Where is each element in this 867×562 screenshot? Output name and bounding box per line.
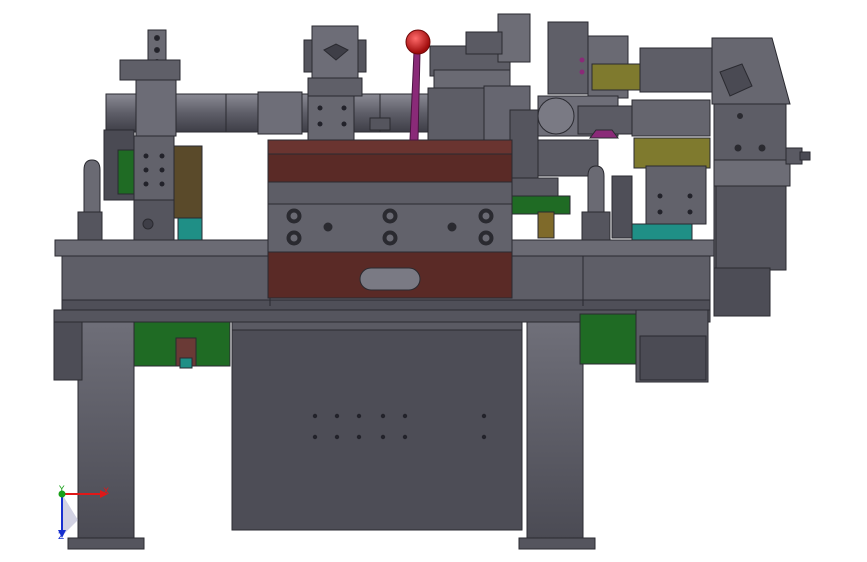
right-leg-foot: [518, 537, 596, 550]
x-axis-label: X: [103, 487, 110, 497]
right-leg: [526, 317, 584, 545]
green-module-right: [579, 313, 637, 365]
left-leg: [77, 311, 135, 545]
machine-base-frame: [53, 309, 711, 550]
left-leg-foot: [67, 537, 145, 550]
die-slot: [359, 267, 421, 291]
right-cylinder-housing: [711, 37, 811, 317]
y-axis-label: Y: [59, 485, 65, 495]
lever-knob-icon: [405, 29, 431, 55]
center-tower: [303, 25, 391, 141]
die-block: [267, 139, 513, 299]
z-axis-label: Z: [58, 532, 65, 542]
cad-viewport[interactable]: X Y Z: [0, 0, 867, 562]
left-tower: [77, 29, 203, 241]
lower-cabinet: [231, 319, 523, 531]
